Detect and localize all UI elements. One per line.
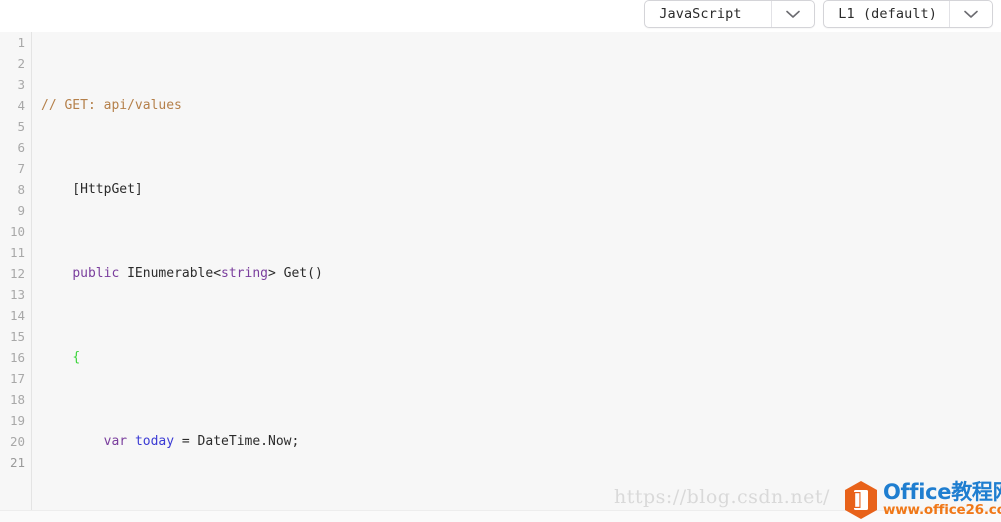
code-token: > Get() — [268, 266, 323, 281]
code-token: IEnumerable< — [119, 266, 222, 281]
line-number: 2 — [17, 56, 25, 71]
code-line[interactable]: var today = DateTime.Now; — [41, 431, 1001, 452]
line-number: 10 — [9, 224, 25, 239]
code-content[interactable]: // GET: api/values [HttpGet] public IEnu… — [33, 32, 1001, 510]
code-editor[interactable]: 1 2 3 4 5 6 7 8 9 10 11 12 13 14 15 16 17 18 19 20 21 // GET… — [0, 32, 1001, 510]
language-select[interactable]: JavaScript — [644, 0, 816, 28]
line-number: 20 — [9, 434, 25, 449]
line-number: 3 — [17, 77, 25, 92]
code-token-keyword: var — [103, 434, 128, 449]
line-number: 17 — [9, 371, 25, 386]
line-number: 7 — [17, 161, 25, 176]
line-number: 8 — [17, 182, 25, 197]
code-scroll-area[interactable]: // GET: api/values [HttpGet] public IEnu… — [33, 32, 1001, 510]
horizontal-scrollbar[interactable] — [0, 510, 1001, 522]
level-select-value: L1 (default) — [838, 6, 937, 22]
line-number: 14 — [9, 308, 25, 323]
line-number: 6 — [17, 140, 25, 155]
line-number: 15 — [9, 329, 25, 344]
code-token-comment: // GET: api/values — [41, 98, 182, 113]
code-line[interactable]: { — [41, 347, 1001, 368]
line-number: 21 — [9, 455, 25, 470]
line-number: 12 — [9, 266, 25, 281]
line-number: 16 — [9, 350, 25, 365]
line-number: 9 — [17, 203, 25, 218]
line-number: 18 — [9, 392, 25, 407]
line-number: 4 — [17, 98, 25, 113]
line-number: 5 — [17, 119, 25, 134]
code-token-keyword: public — [72, 266, 120, 281]
code-token-keyword: string — [221, 266, 268, 281]
code-line[interactable]: public IEnumerable<string> Get() — [41, 263, 1001, 284]
chevron-down-icon[interactable] — [950, 10, 992, 19]
chevron-down-icon[interactable] — [772, 10, 814, 19]
editor-toolbar: JavaScript L1 (default) — [0, 0, 1001, 32]
code-token: = DateTime.Now; — [174, 434, 300, 449]
code-token-variable: today — [134, 434, 175, 449]
code-editor-window: JavaScript L1 (default) 1 2 3 4 5 6 7 8 9 10 11 12 1… — [0, 0, 1001, 522]
line-number: 11 — [9, 245, 25, 260]
line-number-gutter: 1 2 3 4 5 6 7 8 9 10 11 12 13 14 15 16 17 18 19 20 21 — [0, 32, 32, 510]
code-token-brace: { — [72, 350, 81, 365]
code-line[interactable]: // GET: api/values — [41, 95, 1001, 116]
code-token: [HttpGet] — [41, 182, 143, 197]
code-line[interactable]: [HttpGet] — [41, 179, 1001, 200]
line-number: 19 — [9, 413, 25, 428]
line-number: 13 — [9, 287, 25, 302]
line-number: 1 — [17, 35, 25, 50]
language-select-value: JavaScript — [659, 6, 742, 22]
level-select[interactable]: L1 (default) — [823, 0, 993, 28]
